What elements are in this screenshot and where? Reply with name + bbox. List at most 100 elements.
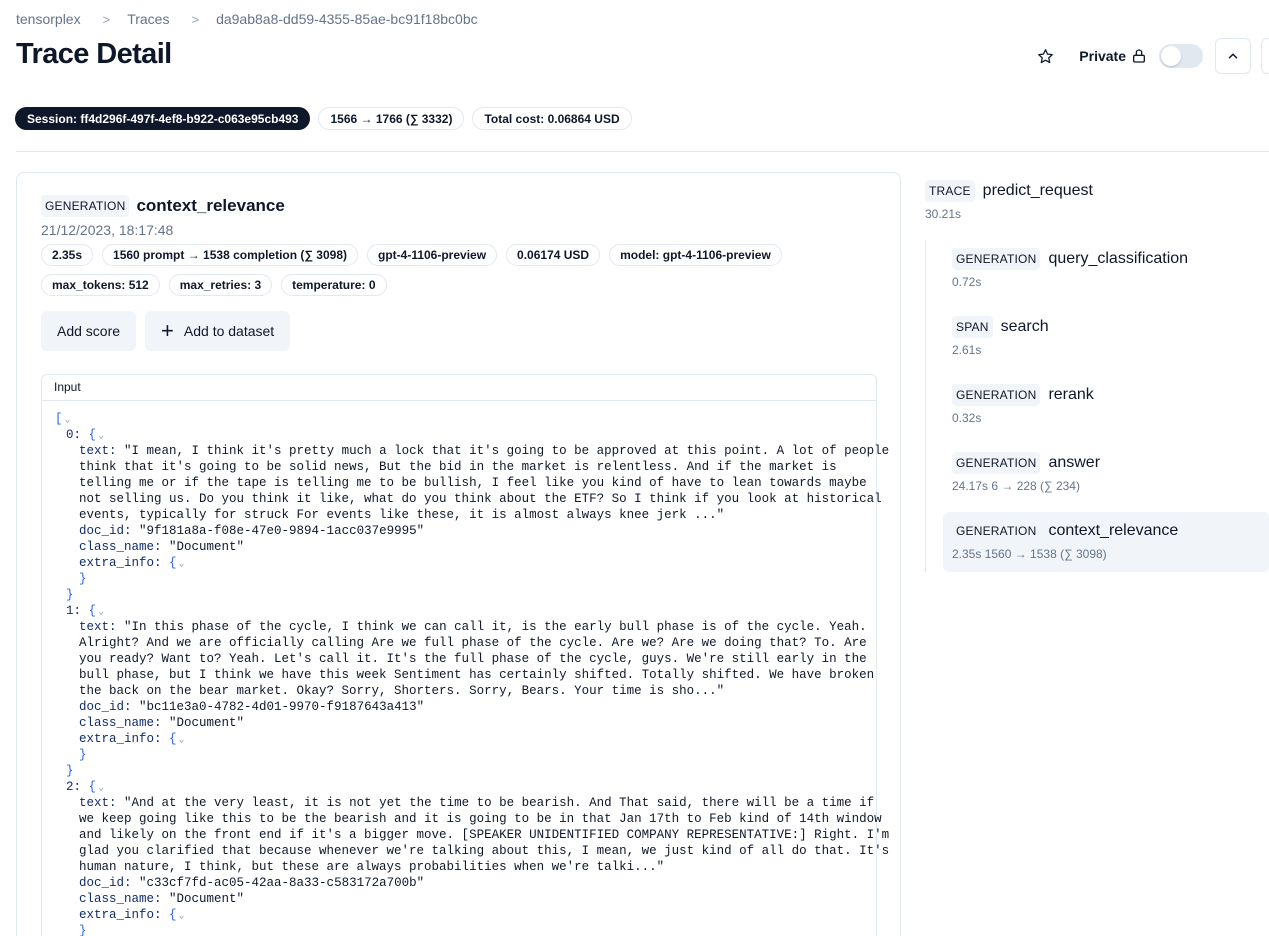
tree-item-name: context_relevance [1048, 522, 1179, 539]
json-line: not selling us. Do you think it like, wh… [79, 492, 882, 506]
json-line: } [66, 764, 74, 778]
json-line: } [79, 572, 87, 586]
header-actions: Private [1033, 38, 1269, 74]
model-badge: gpt-4-1106-preview [367, 244, 498, 266]
plus-icon: + [161, 318, 174, 343]
max-retries-badge: max_retries: 3 [168, 274, 273, 296]
breadcrumb-project[interactable]: tensorplex [16, 11, 81, 27]
json-line: 0: {⌄ [66, 428, 105, 442]
tree-item-name: rerank [1048, 386, 1094, 403]
json-line: text: "And at the very least, it is not … [79, 796, 875, 810]
tree-item-rerank[interactable]: GENERATION rerank 0.32s [943, 376, 1269, 436]
max-tokens-badge: max_tokens: 512 [41, 274, 160, 296]
json-line: text: "I mean, I think it's pretty much … [79, 444, 890, 458]
private-toggle[interactable] [1159, 44, 1203, 68]
page-title: Trace Detail [16, 38, 172, 70]
private-label: Private [1079, 48, 1126, 64]
chevron-down-icon[interactable]: ⌄ [65, 415, 71, 426]
breadcrumb-traces[interactable]: Traces [127, 11, 169, 27]
chevron-up-icon [1228, 53, 1238, 59]
json-line: extra_info: {⌄ [79, 556, 185, 570]
trace-type-badge: TRACE [925, 180, 975, 202]
add-score-button[interactable]: Add score [41, 311, 137, 351]
tree-item-meta: 24.17s 6 → 228 (∑ 234) [952, 479, 1080, 493]
json-line: and likely on the front end if it's a bi… [79, 828, 890, 842]
tree-item-search[interactable]: SPAN search 2.61s [943, 308, 1269, 368]
json-line: text: "In this phase of the cycle, I thi… [79, 620, 867, 634]
json-line: bull phase, but I think we have this wee… [79, 668, 875, 682]
parameter-badges: max_tokens: 512 max_retries: 3 temperatu… [41, 274, 387, 296]
json-line: events, typically for struck For events … [79, 508, 725, 522]
chevron-down-icon[interactable]: ⌄ [98, 783, 104, 794]
more-button[interactable] [1261, 38, 1269, 74]
model-param-badge: model: gpt-4-1106-preview [609, 244, 782, 266]
json-line: we keep going like this to be the bearis… [79, 812, 882, 826]
cost-badge: Total cost: 0.06864 USD [472, 107, 632, 130]
breadcrumb-separator: > [191, 11, 200, 27]
tree-item-context-relevance[interactable]: GENERATION context_relevance 2.35s 1560 → … [943, 512, 1269, 572]
observation-timestamp: 21/12/2023, 18:17:48 [41, 222, 174, 238]
json-line: class_name: "Document" [79, 716, 245, 730]
toggle-knob [1161, 46, 1181, 66]
header-divider [16, 151, 1269, 152]
token-badge: 1566 → 1766 (∑ 3332) [318, 107, 465, 130]
trace-latency: 30.21s [925, 207, 962, 221]
session-badge[interactable]: Session: ff4d296f-497f-4ef8-b922-c063e95… [15, 107, 311, 130]
add-to-dataset-button[interactable]: + Add to dataset [145, 311, 291, 351]
input-label: Input [42, 375, 876, 401]
chevron-down-icon[interactable]: ⌄ [179, 735, 185, 746]
temperature-badge: temperature: 0 [281, 274, 387, 296]
breadcrumb: tensorplex > Traces > da9ab8a8-dd59-4355… [16, 11, 478, 27]
observation-type-badge: GENERATION [952, 520, 1041, 542]
add-to-dataset-label: Add to dataset [183, 323, 275, 339]
lock-icon [1131, 48, 1147, 64]
trace-name: predict_request [982, 182, 1093, 199]
json-line: extra_info: {⌄ [79, 732, 185, 746]
collapse-button[interactable] [1215, 38, 1251, 74]
json-line: you ready? Want to? Yeah. Let's call it.… [79, 652, 867, 666]
json-line: human nature, I think, but these are alw… [79, 860, 665, 874]
observation-type-badge: GENERATION [952, 384, 1041, 406]
json-line: doc_id: "9f181a8a-f08e-47e0-9894-1acc037… [79, 524, 425, 538]
json-line: } [79, 924, 87, 936]
observation-type-badge: GENERATION [41, 195, 130, 217]
json-line: glad you clarified that because whenever… [79, 844, 890, 858]
json-line: extra_info: {⌄ [79, 908, 185, 922]
chevron-down-icon[interactable]: ⌄ [179, 559, 185, 570]
chevron-down-icon[interactable]: ⌄ [179, 911, 185, 922]
json-viewer: [⌄ 0: {⌄ text: "I mean, I think it's prett… [55, 411, 889, 936]
tree-item-meta: 2.35s 1560 → 1538 (∑ 3098) [952, 547, 1107, 561]
json-line: telling me or if the tape is telling me … [79, 476, 867, 490]
trace-tree-root[interactable]: TRACE predict_request 30.21s [925, 180, 1269, 221]
input-panel: Input [⌄ 0: {⌄ text: "I mean, I think it's… [41, 374, 889, 936]
tree-item-answer[interactable]: GENERATION answer 24.17s 6 → 228 (∑ 234) [943, 444, 1269, 504]
tree-item-name: search [1000, 318, 1049, 335]
json-line: Alright? And we are officially calling A… [79, 636, 867, 650]
observation-card: GENERATION context_relevance 21/12/2023,… [16, 172, 901, 936]
cost-badge: 0.06174 USD [506, 244, 601, 266]
tree-item-meta: 0.72s [952, 275, 982, 289]
json-line: 1: {⌄ [66, 604, 105, 618]
star-icon[interactable] [1033, 44, 1057, 68]
json-line: [⌄ [55, 412, 71, 426]
chevron-down-icon[interactable]: ⌄ [98, 431, 104, 442]
observation-type-badge: GENERATION [952, 248, 1041, 270]
tree-item-meta: 0.32s [952, 411, 982, 425]
json-line: doc_id: "bc11e3a0-4782-4d01-9970-f918764… [79, 700, 425, 714]
breadcrumb-trace-id: da9ab8a8-dd59-4355-85ae-bc91f18bc0bc [216, 11, 478, 27]
trace-tree-children: GENERATION query_classification 0.72s SPAN s… [925, 240, 1269, 572]
tree-item-query-classification[interactable]: GENERATION query_classification 0.72s [943, 240, 1269, 300]
latency-badge: 2.35s [41, 244, 94, 266]
tree-item-meta: 2.61s [952, 343, 982, 357]
tree-item-name: query_classification [1048, 250, 1189, 267]
json-line: think that it's going to be solid news, … [79, 460, 837, 474]
chevron-down-icon[interactable]: ⌄ [98, 607, 104, 618]
json-line: 2: {⌄ [66, 780, 105, 794]
observation-name: context_relevance [136, 196, 285, 215]
breadcrumb-separator: > [102, 11, 111, 27]
observation-actions: Add score + Add to dataset [41, 311, 291, 351]
json-line: class_name: "Document" [79, 540, 245, 554]
trace-badges: Session: ff4d296f-497f-4ef8-b922-c063e95… [15, 107, 632, 130]
json-line: } [79, 748, 87, 762]
tree-item-name: answer [1048, 454, 1101, 471]
